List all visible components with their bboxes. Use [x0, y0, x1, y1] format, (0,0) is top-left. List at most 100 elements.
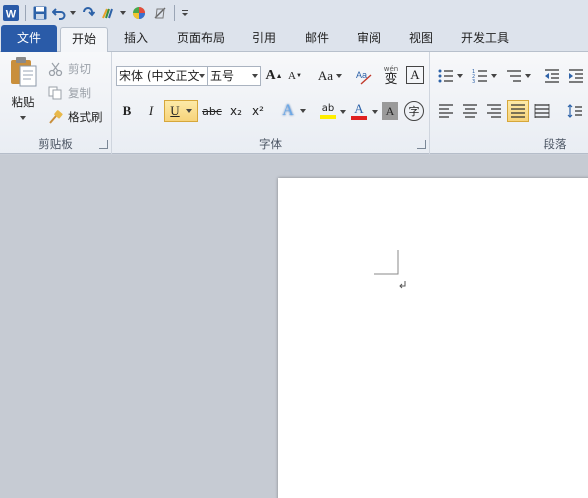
cut-label: 剪切	[68, 62, 91, 76]
enclose-characters-glyph: 字	[408, 105, 420, 118]
bullets-icon	[438, 69, 453, 83]
font-color-button[interactable]: A	[348, 100, 370, 122]
italic-button[interactable]: I	[142, 101, 160, 121]
cut-button[interactable]: 剪切	[48, 59, 108, 79]
tab-developer[interactable]: 开发工具	[450, 27, 520, 52]
tab-home[interactable]: 开始	[60, 27, 108, 53]
tab-insert[interactable]: 插入	[113, 27, 159, 52]
tab-page-layout[interactable]: 页面布局	[166, 27, 236, 52]
bold-glyph: B	[122, 103, 132, 118]
undo-icon[interactable]	[51, 3, 67, 23]
change-case-button[interactable]: Aa	[316, 66, 344, 86]
subscript-button[interactable]: x₂	[226, 101, 246, 121]
character-border-glyph: A	[410, 67, 420, 82]
save-icon[interactable]	[31, 3, 49, 23]
phonetic-guide-glyph: 变	[384, 72, 398, 87]
line-spacing-button[interactable]	[562, 101, 588, 121]
color-icon[interactable]	[129, 3, 149, 23]
format-painter-button[interactable]: 格式刷	[48, 107, 110, 127]
format-painter-label: 格式刷	[68, 110, 103, 124]
superscript-button[interactable]: x²	[248, 101, 268, 121]
clear-icon[interactable]	[151, 3, 169, 23]
font-color-bar	[351, 116, 367, 120]
tab-review[interactable]: 审阅	[346, 27, 392, 52]
phonetic-guide-button[interactable]: wén 变	[380, 65, 402, 87]
undo-dropdown-icon[interactable]	[69, 3, 77, 23]
paste-dropdown-icon[interactable]	[20, 116, 26, 120]
subscript-glyph: x₂	[230, 104, 242, 118]
grow-font-glyph: A	[265, 68, 276, 83]
increase-indent-icon	[569, 69, 583, 83]
svg-text:Aa: Aa	[356, 70, 367, 80]
tab-view[interactable]: 视图	[398, 27, 444, 52]
font-group: 宋体 (中文正文 五号 A ▲ A ▼ Aa Aa wén 变 A B I U …	[112, 52, 430, 154]
bold-button[interactable]: B	[118, 101, 136, 121]
text-effects-button[interactable]: A	[278, 100, 310, 122]
ribbon-tab-bar: 文件 开始 插入 页面布局 引用 邮件 审阅 视图 开发工具	[0, 25, 588, 53]
customize-dropdown-icon[interactable]	[180, 3, 190, 23]
format-painter-dropdown-icon[interactable]	[119, 3, 127, 23]
tab-file[interactable]: 文件	[1, 25, 57, 52]
clipboard-group-label: 剪贴板	[38, 137, 73, 151]
character-shading-glyph: A	[385, 103, 395, 118]
font-name-dropdown-icon[interactable]	[199, 74, 205, 78]
align-left-icon	[439, 104, 453, 118]
document-page[interactable]	[278, 178, 588, 498]
change-case-glyph: Aa	[317, 68, 334, 83]
enclose-characters-button[interactable]: 字	[404, 101, 424, 121]
font-color-dropdown-icon[interactable]	[372, 110, 378, 114]
paragraph-group-label: 段落	[543, 137, 567, 151]
font-dialog-launcher[interactable]	[417, 140, 426, 149]
multilevel-list-button[interactable]	[504, 66, 532, 86]
distributed-icon	[534, 104, 550, 118]
strikethrough-button[interactable]: abc	[200, 101, 224, 121]
character-border-button[interactable]: A	[406, 66, 424, 84]
strikethrough-glyph: abc	[202, 104, 222, 118]
grow-font-button[interactable]: A ▲	[264, 66, 284, 86]
increase-indent-button[interactable]	[566, 66, 586, 86]
word-icon[interactable]: W	[2, 3, 20, 23]
underline-dropdown-icon[interactable]	[185, 109, 192, 113]
clear-formatting-button[interactable]: Aa	[354, 65, 376, 87]
tab-references[interactable]: 引用	[242, 27, 286, 52]
font-size-dropdown-icon[interactable]	[252, 74, 258, 78]
distributed-button[interactable]	[532, 101, 552, 121]
tab-mailings[interactable]: 邮件	[294, 27, 340, 52]
underline-glyph: U	[170, 103, 180, 118]
clipboard-dialog-launcher[interactable]	[99, 140, 108, 149]
copy-button[interactable]: 复制	[48, 83, 108, 103]
decrease-indent-button[interactable]	[542, 66, 562, 86]
scissors-icon	[48, 62, 63, 76]
font-size-combo[interactable]: 五号	[207, 66, 261, 86]
shrink-font-button[interactable]: A ▼	[286, 66, 304, 86]
font-name-combo[interactable]: 宋体 (中文正文	[116, 66, 208, 86]
multilevel-list-icon	[506, 70, 521, 82]
align-right-icon	[487, 104, 501, 118]
paragraph-mark-icon	[399, 281, 406, 289]
numbering-icon: 123	[472, 69, 487, 83]
redo-icon[interactable]	[79, 3, 97, 23]
qat-separator	[174, 4, 175, 21]
underline-button[interactable]: U	[164, 100, 198, 122]
font-color-glyph: A	[354, 101, 364, 116]
paste-label: 粘贴	[11, 95, 35, 109]
page-margin-marker	[374, 250, 399, 275]
justify-button[interactable]	[507, 100, 529, 122]
justify-icon	[511, 104, 525, 118]
brush-icon	[49, 110, 63, 124]
numbering-button[interactable]: 123	[470, 66, 498, 86]
paste-button[interactable]: 粘贴	[4, 56, 42, 130]
format-painter-icon[interactable]	[99, 3, 117, 23]
character-shading-button[interactable]: A	[382, 102, 398, 120]
quick-access-toolbar: W	[0, 0, 588, 25]
line-spacing-icon	[567, 104, 582, 118]
align-center-button[interactable]	[460, 101, 480, 121]
bullets-button[interactable]	[436, 66, 464, 86]
text-effects-glyph: A	[282, 102, 294, 119]
highlight-dropdown-icon[interactable]	[340, 110, 346, 114]
clear-formatting-icon: Aa	[356, 70, 372, 85]
qat-separator	[25, 4, 26, 21]
align-left-button[interactable]	[436, 101, 456, 121]
align-right-button[interactable]	[484, 101, 504, 121]
superscript-glyph: x²	[252, 104, 264, 118]
